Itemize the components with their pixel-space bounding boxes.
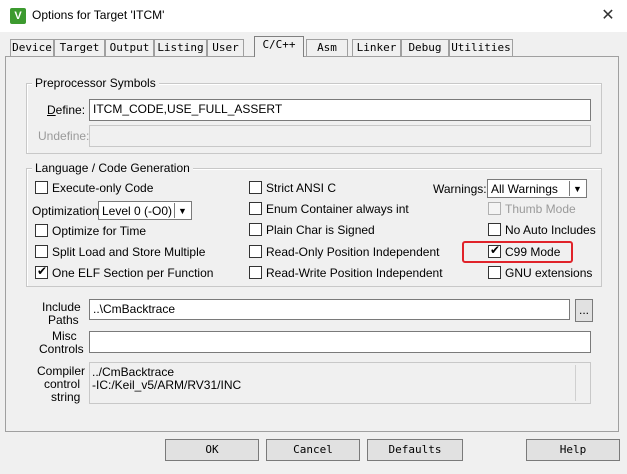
execute-only-checkbox[interactable]	[35, 181, 48, 194]
tab-output[interactable]: Output	[105, 39, 154, 56]
gnu-extensions-checkbox[interactable]	[488, 266, 501, 279]
compiler-control-label-line1: Compiler	[37, 364, 86, 378]
one-elf-section-checkbox[interactable]: ✔	[35, 264, 48, 279]
compiler-control-scrollbar[interactable]	[575, 365, 588, 401]
check-icon: ✔	[37, 264, 48, 278]
strict-ansi-c-checkbox[interactable]	[249, 181, 262, 194]
misc-controls-label-line2: Controls	[39, 342, 84, 356]
thumb-mode-label: Thumb Mode	[505, 202, 576, 216]
include-paths-input[interactable]: ..\CmBacktrace	[89, 299, 570, 320]
keil-app-icon: V	[10, 8, 26, 24]
tab-target[interactable]: Target	[54, 39, 105, 56]
ok-button[interactable]: OK	[165, 439, 259, 461]
split-load-store-checkbox[interactable]	[35, 245, 48, 258]
compiler-control-line1: ../CmBacktrace	[92, 365, 175, 379]
define-label: Define:	[47, 103, 86, 117]
optimization-label: Optimization:	[32, 204, 103, 218]
tab-asm[interactable]: Asm	[306, 39, 348, 56]
one-elf-section-label: One ELF Section per Function	[52, 266, 214, 280]
cancel-button[interactable]: Cancel	[266, 439, 360, 461]
chevron-down-icon[interactable]: ▼	[174, 203, 190, 218]
no-auto-includes-checkbox[interactable]	[488, 223, 501, 236]
compiler-control-label-line2: control	[44, 377, 81, 391]
strict-ansi-c-label: Strict ANSI C	[266, 181, 337, 195]
compiler-control-label-line3: string	[51, 390, 81, 404]
help-button[interactable]: Help	[526, 439, 620, 461]
rwpi-label: Read-Write Position Independent	[266, 266, 443, 280]
undefine-input[interactable]	[89, 125, 591, 147]
execute-only-label: Execute-only Code	[52, 181, 154, 195]
tab-linker[interactable]: Linker	[352, 39, 401, 56]
compiler-control-line2: -IC:/Keil_v5/ARM/RV31/INC	[92, 378, 242, 392]
tab-utilities[interactable]: Utilities	[449, 39, 513, 56]
enum-container-checkbox[interactable]	[249, 202, 262, 215]
tab-c-cpp[interactable]: C/C++	[254, 36, 304, 57]
no-auto-includes-label: No Auto Includes	[505, 223, 596, 237]
define-label-text: efine:	[55, 103, 86, 117]
optimize-for-time-label: Optimize for Time	[52, 224, 147, 238]
include-paths-label-line2: Paths	[48, 313, 79, 327]
warnings-value: All Warnings	[491, 182, 558, 196]
warnings-label: Warnings:	[433, 182, 487, 196]
annotation-highlight-box	[462, 241, 573, 263]
close-icon[interactable]: ✕	[596, 4, 620, 28]
gnu-extensions-label: GNU extensions	[505, 266, 593, 280]
plain-char-signed-label: Plain Char is Signed	[266, 223, 375, 237]
undefine-label: Undefine:	[38, 129, 90, 143]
enum-container-label: Enum Container always int	[266, 202, 409, 216]
optimization-value: Level 0 (-O0)	[102, 204, 173, 218]
preprocessor-group-title: Preprocessor Symbols	[32, 76, 159, 90]
tab-debug[interactable]: Debug	[401, 39, 449, 56]
thumb-mode-checkbox[interactable]	[488, 202, 501, 215]
include-paths-browse-button[interactable]: ...	[575, 299, 593, 322]
ropi-checkbox[interactable]	[249, 245, 262, 258]
plain-char-signed-checkbox[interactable]	[249, 223, 262, 236]
defaults-button[interactable]: Defaults	[367, 439, 463, 461]
window-title: Options for Target 'ITCM'	[32, 8, 165, 22]
optimize-for-time-checkbox[interactable]	[35, 224, 48, 237]
tab-device[interactable]: Device	[10, 39, 54, 56]
split-load-store-label: Split Load and Store Multiple	[52, 245, 206, 259]
rwpi-checkbox[interactable]	[249, 266, 262, 279]
ropi-label: Read-Only Position Independent	[266, 245, 440, 259]
tab-user[interactable]: User	[207, 39, 244, 56]
misc-controls-input[interactable]	[89, 331, 591, 353]
language-group-title: Language / Code Generation	[32, 161, 193, 175]
compiler-control-string-box: ../CmBacktrace -IC:/Keil_v5/ARM/RV31/INC	[89, 362, 591, 404]
include-paths-label-line1: Include	[42, 300, 81, 314]
tab-listing[interactable]: Listing	[154, 39, 207, 56]
misc-controls-label-line1: Misc	[52, 329, 77, 343]
optimization-select[interactable]: Level 0 (-O0) ▼	[98, 201, 192, 220]
warnings-select[interactable]: All Warnings ▼	[487, 179, 587, 198]
define-input[interactable]: ITCM_CODE,USE_FULL_ASSERT	[89, 99, 591, 121]
chevron-down-icon[interactable]: ▼	[569, 181, 585, 196]
